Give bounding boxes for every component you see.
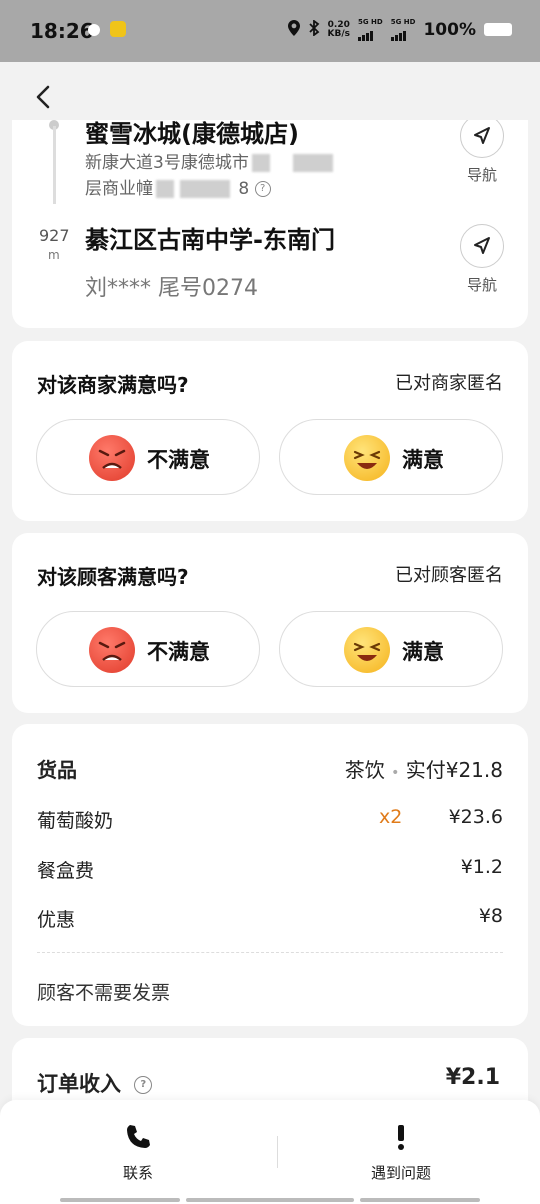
status-bar: 18:26 0.20 KB/s 5G HD 5G HD 100%: [0, 0, 540, 62]
redacted-text: [156, 180, 174, 198]
customer-rating-card: 对该顾客满意吗? 已对顾客匿名 不满意 满意: [12, 533, 528, 713]
divider: [37, 952, 503, 953]
goods-item-price: ¥1.2: [460, 856, 503, 878]
navigate-arrow-icon: [474, 237, 490, 254]
report-problem-button[interactable]: 遇到问题: [311, 1122, 491, 1183]
happy-face-icon: [344, 435, 390, 481]
goods-row: 餐盒费 ¥1.2: [37, 856, 503, 883]
notification-icon: [88, 24, 100, 36]
goods-item-name: 餐盒费: [37, 860, 95, 882]
shop-address: 新康大道3号康德城市 层商业幢 8 ?: [85, 150, 445, 202]
goods-item-name: 优惠: [37, 909, 76, 931]
contact-button[interactable]: 联系: [48, 1122, 228, 1183]
goods-item-name: 葡萄酸奶: [37, 810, 114, 832]
goods-item-price: ¥8: [478, 905, 503, 927]
help-icon[interactable]: ?: [254, 181, 271, 197]
redacted-text: [251, 154, 270, 172]
home-indicator: [60, 1198, 180, 1202]
happy-face-icon: [344, 627, 390, 673]
merchant-anon-status: 已对商家匿名: [395, 373, 503, 394]
home-indicator: [186, 1198, 354, 1202]
invoice-note: 顾客不需要发票: [37, 982, 171, 1004]
angry-face-icon: [89, 435, 135, 481]
merchant-dissatisfied-button[interactable]: 不满意: [36, 419, 260, 495]
angry-face-icon: [89, 627, 135, 673]
goods-summary: 茶饮 • 实付¥21.8: [344, 758, 503, 782]
redacted-text: [292, 154, 333, 172]
customer-dissatisfied-button[interactable]: 不满意: [36, 611, 260, 687]
goods-item-price: ¥23.6: [448, 806, 503, 828]
top-nav: [0, 62, 540, 126]
bluetooth-icon: [308, 18, 320, 40]
battery-percent: 100%: [423, 19, 476, 40]
sim2-signal: 5G HD: [390, 18, 415, 41]
bottom-action-bar: 联系 遇到问题: [0, 1100, 540, 1204]
net-speed: 0.20 KB/s: [327, 19, 350, 39]
phone-icon: [127, 1125, 150, 1148]
sim1-signal: 5G HD: [358, 18, 383, 41]
battery-icon: [484, 23, 512, 36]
navigate-arrow-icon: [474, 127, 490, 144]
income-value: ¥2.1: [445, 1065, 500, 1090]
goods-card: 货品 茶饮 • 实付¥21.8 葡萄酸奶 x2 ¥23.6 餐盒费 ¥1.2 优…: [12, 724, 528, 1026]
exclamation-icon: [398, 1125, 404, 1150]
goods-item-qty: x2: [379, 806, 403, 828]
distance-unit: m: [48, 248, 60, 262]
goods-title: 货品: [37, 758, 77, 782]
home-indicator: [360, 1198, 480, 1202]
goods-row: 葡萄酸奶 x2 ¥23.6: [37, 806, 503, 833]
customer-navigate-button[interactable]: 导航: [452, 224, 512, 295]
shop-name: 蜜雪冰城(康德城店): [85, 120, 299, 148]
customer-address: 綦江区古南中学-东南门: [85, 226, 335, 254]
customer-anon-status: 已对顾客匿名: [395, 565, 503, 586]
route-line: [53, 126, 56, 204]
status-icons: 0.20 KB/s 5G HD 5G HD 100%: [287, 18, 512, 41]
shop-navigate-button[interactable]: 导航: [452, 120, 512, 185]
distance-value: 927: [39, 226, 70, 245]
income-label: 订单收入 ?: [37, 1068, 153, 1098]
divider: [277, 1136, 278, 1168]
customer-rating-title: 对该顾客满意吗?: [37, 565, 189, 589]
back-button[interactable]: [30, 83, 58, 111]
customer-satisfied-button[interactable]: 满意: [279, 611, 503, 687]
redacted-text: [180, 180, 230, 198]
status-time: 18:26: [30, 19, 94, 43]
route-card: 蜜雪冰城(康德城店) 新康大道3号康德城市 层商业幢 8 ? 导航 927 m …: [12, 120, 528, 328]
merchant-rating-title: 对该商家满意吗?: [37, 373, 189, 397]
location-icon: [287, 19, 300, 40]
merchant-satisfied-button[interactable]: 满意: [279, 419, 503, 495]
chevron-left-icon: [36, 85, 50, 109]
goods-row: 优惠 ¥8: [37, 905, 503, 932]
app-notification-icon: [110, 21, 126, 37]
help-icon[interactable]: ?: [134, 1076, 153, 1094]
customer-name: 刘**** 尾号0274: [85, 276, 258, 301]
merchant-rating-card: 对该商家满意吗? 已对商家匿名 不满意 满意: [12, 341, 528, 521]
